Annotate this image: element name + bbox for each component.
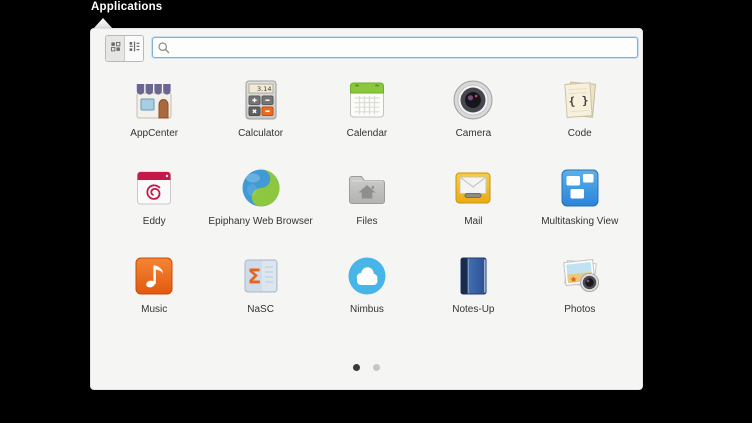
- app-item-mail[interactable]: Mail: [420, 155, 526, 243]
- page-switcher: [91, 364, 642, 371]
- page-dot-1[interactable]: [353, 364, 360, 371]
- applications-button[interactable]: Applications: [91, 1, 162, 13]
- app-label: Mail: [464, 216, 482, 227]
- app-item-epiphany-web-browser[interactable]: Epiphany Web Browser: [207, 155, 313, 243]
- app-label: Multitasking View: [541, 216, 618, 227]
- app-item-photos[interactable]: Photos: [527, 243, 633, 331]
- category-view-button[interactable]: [125, 36, 143, 61]
- music-icon: [130, 252, 178, 300]
- svg-text:3.14: 3.14: [257, 85, 271, 93]
- files-icon: [343, 164, 391, 212]
- app-label: Nimbus: [350, 304, 384, 315]
- calculator-icon: 3.14: [237, 76, 285, 124]
- category-view-icon: [128, 40, 141, 58]
- photos-icon: [556, 252, 604, 300]
- multitasking-view-icon: [556, 164, 604, 212]
- app-label: Calculator: [238, 128, 283, 139]
- appcenter-icon: [130, 76, 178, 124]
- search-icon: [157, 41, 171, 55]
- app-label: Photos: [564, 304, 595, 315]
- code-icon: { }: [556, 76, 604, 124]
- nimbus-icon: [343, 252, 391, 300]
- app-item-nasc[interactable]: Σ NaSC: [207, 243, 313, 331]
- page-dot-2[interactable]: [373, 364, 380, 371]
- app-item-calendar[interactable]: Calendar: [314, 67, 420, 155]
- app-label: NaSC: [247, 304, 274, 315]
- search-input[interactable]: [171, 38, 633, 57]
- search-bar: [152, 37, 638, 58]
- app-item-camera[interactable]: Camera: [420, 67, 526, 155]
- app-label: Calendar: [347, 128, 388, 139]
- view-switcher: [105, 35, 144, 62]
- app-label: Epiphany Web Browser: [208, 216, 312, 227]
- app-label: Camera: [456, 128, 492, 139]
- app-item-notes-up[interactable]: Notes-Up: [420, 243, 526, 331]
- app-item-eddy[interactable]: Eddy: [101, 155, 207, 243]
- app-label: Eddy: [143, 216, 166, 227]
- applications-menu-popover: AppCenter 3.14: [90, 28, 643, 390]
- app-label: Music: [141, 304, 167, 315]
- app-item-music[interactable]: Music: [101, 243, 207, 331]
- grid-view-icon: [109, 40, 122, 58]
- epiphany-icon: [237, 164, 285, 212]
- nasc-icon: Σ: [237, 252, 285, 300]
- app-label: Notes-Up: [452, 304, 494, 315]
- app-item-code[interactable]: { } Code: [527, 67, 633, 155]
- app-item-nimbus[interactable]: Nimbus: [314, 243, 420, 331]
- eddy-icon: [130, 164, 178, 212]
- app-label: AppCenter: [130, 128, 178, 139]
- app-item-multitasking-view[interactable]: Multitasking View: [527, 155, 633, 243]
- mail-icon: [449, 164, 497, 212]
- app-item-appcenter[interactable]: AppCenter: [101, 67, 207, 155]
- app-label: Files: [356, 216, 377, 227]
- calendar-icon: [343, 76, 391, 124]
- grid-view-button[interactable]: [106, 36, 125, 61]
- notes-up-icon: [449, 252, 497, 300]
- app-item-files[interactable]: Files: [314, 155, 420, 243]
- app-label: Code: [568, 128, 592, 139]
- svg-text:{ }: { }: [568, 94, 589, 108]
- camera-icon: [449, 76, 497, 124]
- app-grid: AppCenter 3.14: [101, 67, 633, 331]
- svg-text:Σ: Σ: [247, 265, 261, 289]
- app-item-calculator[interactable]: 3.14 Calculator: [207, 67, 313, 155]
- desktop: { "launcher": { "title": "Applications" …: [0, 0, 752, 423]
